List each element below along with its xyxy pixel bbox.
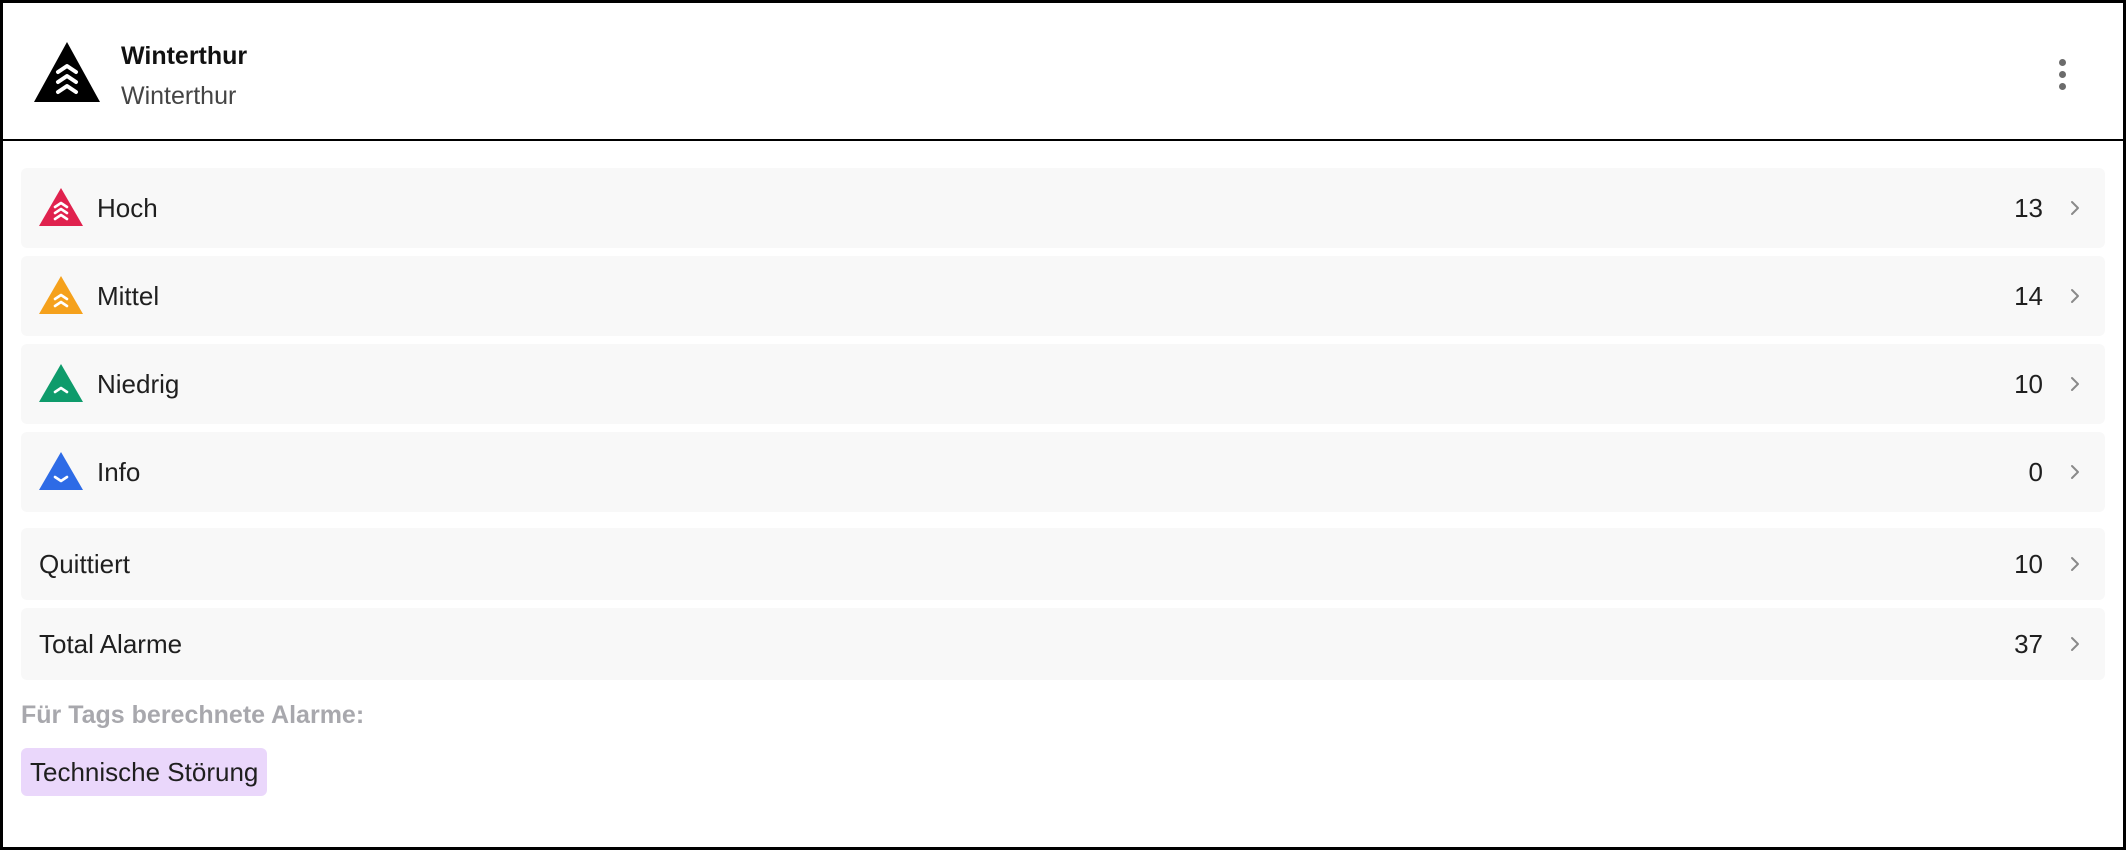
severity-label: Hoch bbox=[97, 193, 158, 223]
triple-chevron-up-triangle-icon bbox=[39, 188, 83, 226]
chevron-right-icon bbox=[2071, 289, 2079, 303]
severity-count: 13 bbox=[2014, 193, 2043, 223]
severity-count: 10 bbox=[2014, 369, 2043, 399]
chevron-right-icon bbox=[2071, 465, 2079, 479]
severity-row-mittel[interactable]: Mittel 14 bbox=[21, 256, 2105, 336]
summary-count: 37 bbox=[2014, 629, 2043, 659]
chevron-right-icon bbox=[2071, 201, 2079, 215]
more-options-button[interactable] bbox=[2043, 53, 2081, 95]
page-subtitle: Winterthur bbox=[121, 82, 237, 110]
page-title: Winterthur bbox=[121, 42, 248, 70]
severity-count: 14 bbox=[2014, 281, 2043, 311]
summary-row-quittiert[interactable]: Quittiert 10 bbox=[21, 528, 2105, 600]
summary-count: 10 bbox=[2014, 549, 2043, 579]
triple-chevron-triangle-icon bbox=[34, 42, 100, 102]
severity-label: Niedrig bbox=[97, 369, 180, 399]
severity-count: 0 bbox=[2028, 457, 2043, 487]
summary-row-total-alarme[interactable]: Total Alarme 37 bbox=[21, 608, 2105, 680]
chevron-down-triangle-icon bbox=[39, 452, 83, 490]
severity-row-niedrig[interactable]: Niedrig 10 bbox=[21, 344, 2105, 424]
severity-label: Mittel bbox=[97, 281, 160, 311]
chevron-right-icon bbox=[2071, 557, 2079, 571]
chevron-right-icon bbox=[2071, 637, 2079, 651]
severity-row-hoch[interactable]: Hoch 13 bbox=[21, 168, 2105, 248]
alarm-summary-card: Winterthur Winterthur Hoch 13 Mittel 14 bbox=[0, 0, 2126, 850]
double-chevron-up-triangle-icon bbox=[39, 276, 83, 314]
single-chevron-up-triangle-icon bbox=[39, 364, 83, 402]
tags-heading: Für Tags berechnete Alarme: bbox=[21, 701, 365, 729]
card-header: Winterthur Winterthur bbox=[3, 3, 2123, 141]
chevron-right-icon bbox=[2071, 377, 2079, 391]
severity-row-info[interactable]: Info 0 bbox=[21, 432, 2105, 512]
severity-label: Info bbox=[97, 457, 141, 487]
more-vertical-icon bbox=[2059, 59, 2066, 66]
summary-label: Total Alarme bbox=[39, 629, 183, 659]
summary-label: Quittiert bbox=[39, 549, 131, 579]
tag-chip[interactable]: Technische Störung bbox=[21, 748, 268, 796]
